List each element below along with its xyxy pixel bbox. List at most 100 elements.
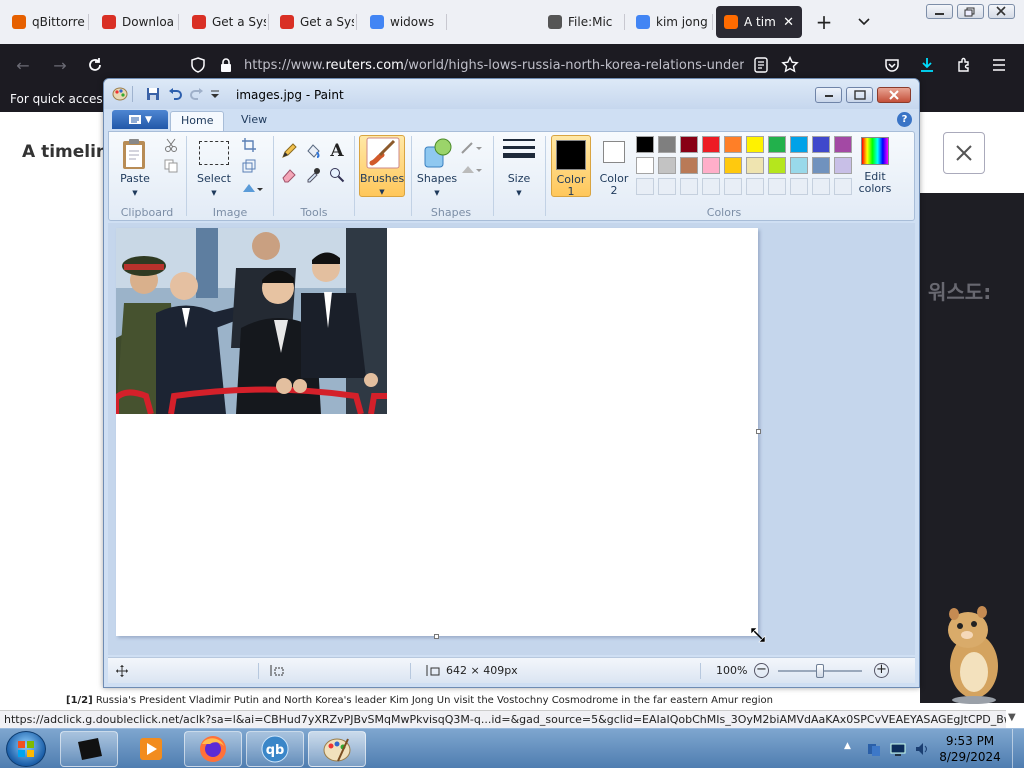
palette-swatch[interactable]: [658, 157, 676, 174]
paint-close-button[interactable]: [877, 87, 911, 103]
canvas-scroll-area[interactable]: [108, 223, 915, 655]
palette-swatch[interactable]: [834, 136, 852, 153]
restore-button[interactable]: [957, 4, 984, 19]
palette-swatch[interactable]: [658, 136, 676, 153]
system-clock[interactable]: 9:53 PM 8/29/2024: [938, 733, 1002, 765]
palette-swatch[interactable]: [768, 136, 786, 153]
palette-swatch[interactable]: [790, 136, 808, 153]
taskbar-app-terminal[interactable]: [60, 731, 118, 767]
color2-button[interactable]: Color 2: [595, 135, 633, 197]
reader-view-button[interactable]: [752, 56, 770, 74]
brushes-button[interactable]: Brushes ▼: [359, 135, 405, 197]
palette-swatch[interactable]: [636, 157, 654, 174]
show-desktop-button[interactable]: [1012, 729, 1024, 768]
palette-swatch[interactable]: [636, 178, 654, 195]
palette-swatch[interactable]: [746, 157, 764, 174]
palette-swatch[interactable]: [680, 136, 698, 153]
new-tab-button[interactable]: +: [814, 10, 834, 34]
palette-swatch[interactable]: [702, 178, 720, 195]
palette-swatch[interactable]: [790, 178, 808, 195]
eraser-button[interactable]: [279, 165, 299, 185]
palette-swatch[interactable]: [812, 178, 830, 195]
url-bar[interactable]: https://www.reuters.com/world/highs-lows…: [244, 57, 744, 75]
crop-button[interactable]: [239, 135, 259, 155]
pocket-button[interactable]: [883, 56, 901, 74]
close-window-button[interactable]: [988, 4, 1015, 19]
cut-button[interactable]: [161, 135, 181, 155]
paint-maximize-button[interactable]: [846, 87, 873, 103]
reload-button[interactable]: [86, 56, 104, 74]
palette-swatch[interactable]: [680, 157, 698, 174]
browser-tab-3[interactable]: Get a Sys: [184, 6, 266, 38]
volume-tray-icon[interactable]: [914, 741, 930, 757]
resize-handle-bottom[interactable]: [434, 634, 439, 639]
rotate-button[interactable]: [239, 177, 265, 197]
browser-tab-2[interactable]: Downloa: [94, 6, 176, 38]
palette-swatch[interactable]: [746, 136, 764, 153]
close-gallery-button[interactable]: [943, 132, 985, 174]
fill-button[interactable]: [303, 141, 323, 161]
back-button[interactable]: ←: [14, 56, 32, 75]
palette-swatch[interactable]: [636, 136, 654, 153]
resize-button[interactable]: [239, 156, 259, 176]
palette-swatch[interactable]: [790, 157, 808, 174]
color1-button[interactable]: Color 1: [551, 135, 591, 198]
edit-colors-button[interactable]: Edit colors: [853, 135, 897, 199]
taskbar-app-qbittorrent[interactable]: qb: [246, 731, 304, 767]
zoom-slider-thumb[interactable]: [816, 664, 824, 678]
paint-minimize-button[interactable]: [815, 87, 842, 103]
tab-view[interactable]: View: [231, 111, 277, 131]
forward-button[interactable]: →: [51, 56, 69, 75]
palette-swatch[interactable]: [724, 157, 742, 174]
text-button[interactable]: A: [327, 141, 347, 161]
help-button[interactable]: ?: [897, 112, 912, 127]
downloads-button[interactable]: [918, 56, 936, 74]
color-picker-button[interactable]: [303, 165, 323, 185]
close-tab-icon[interactable]: ✕: [783, 15, 794, 30]
lock-icon[interactable]: [217, 56, 235, 74]
paint-file-menu-button[interactable]: ▼: [112, 110, 168, 129]
palette-swatch[interactable]: [834, 178, 852, 195]
zoom-out-button[interactable]: −: [754, 663, 769, 678]
undo-button[interactable]: [168, 87, 182, 101]
taskbar-app-paint[interactable]: [308, 731, 366, 767]
resize-handle-corner[interactable]: [749, 626, 767, 644]
browser-tab-6[interactable]: File:Mic: [540, 6, 622, 38]
browser-tab-5[interactable]: widows: [362, 6, 444, 38]
extensions-button[interactable]: [955, 56, 973, 74]
copy-button[interactable]: [161, 156, 181, 176]
start-button[interactable]: [6, 731, 46, 767]
palette-swatch[interactable]: [768, 157, 786, 174]
bookmark-star-button[interactable]: [781, 56, 799, 74]
taskbar-app-media-player[interactable]: [122, 731, 180, 767]
pencil-button[interactable]: [279, 141, 299, 161]
taskbar-app-firefox[interactable]: [184, 731, 242, 767]
palette-swatch[interactable]: [680, 178, 698, 195]
size-button[interactable]: Size ▼: [501, 135, 537, 199]
drawing-canvas[interactable]: [116, 228, 766, 643]
scroll-down-arrow[interactable]: ▼: [1008, 712, 1016, 723]
palette-swatch[interactable]: [724, 136, 742, 153]
shapes-button[interactable]: Shapes ▼: [417, 135, 457, 199]
network-tray-icon[interactable]: [866, 741, 882, 757]
palette-swatch[interactable]: [702, 136, 720, 153]
browser-tab-1[interactable]: qBittorre: [4, 6, 86, 38]
magnifier-button[interactable]: [327, 165, 347, 185]
browser-tab-7[interactable]: kim jong: [628, 6, 710, 38]
resize-handle-right[interactable]: [756, 429, 761, 434]
palette-swatch[interactable]: [768, 178, 786, 195]
redo-button[interactable]: [190, 87, 204, 101]
palette-swatch[interactable]: [702, 157, 720, 174]
app-menu-button[interactable]: [990, 56, 1008, 74]
list-tabs-button[interactable]: [854, 12, 874, 32]
zoom-in-button[interactable]: +: [874, 663, 889, 678]
shape-fill-button[interactable]: [459, 160, 485, 180]
outline-button[interactable]: [459, 138, 485, 158]
save-button[interactable]: [146, 87, 160, 101]
paste-button[interactable]: Paste ▼: [115, 135, 155, 199]
palette-swatch[interactable]: [724, 178, 742, 195]
tab-home[interactable]: Home: [170, 111, 225, 131]
zoom-slider[interactable]: [778, 664, 862, 678]
tracking-protection-icon[interactable]: [189, 56, 207, 74]
palette-swatch[interactable]: [834, 157, 852, 174]
